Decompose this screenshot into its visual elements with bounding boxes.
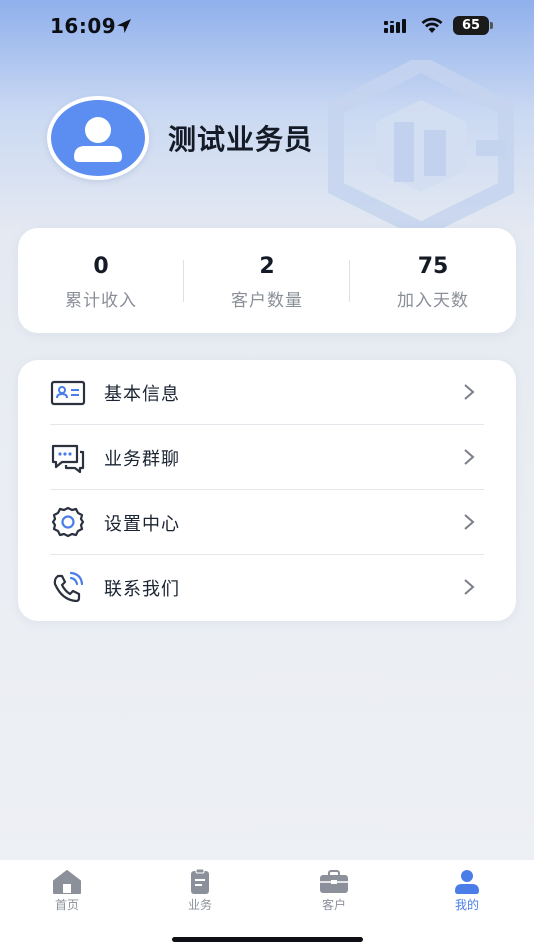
stat-value: 0	[93, 254, 109, 279]
menu-card: 基本信息 业务群聊 设置中心 联系我们	[18, 360, 516, 621]
briefcase-icon	[320, 870, 348, 893]
tab-label: 业务	[187, 898, 212, 912]
company-logo-watermark	[328, 60, 514, 232]
home-icon	[53, 870, 81, 894]
id-card-icon	[50, 380, 86, 406]
menu-item-label: 基本信息	[104, 384, 180, 405]
stats-card: 0 累计收入 2 客户数量 75 加入天数	[18, 228, 516, 333]
menu-item-basic-info[interactable]: 基本信息	[18, 360, 516, 425]
menu-item-label: 业务群聊	[104, 449, 180, 470]
chevron-right-icon	[464, 384, 475, 400]
chevron-right-icon	[464, 449, 475, 465]
stat-join-days[interactable]: 75 加入天数	[350, 228, 516, 333]
chat-bubbles-icon	[51, 444, 85, 474]
home-indicator[interactable]	[172, 937, 363, 942]
stat-label: 累计收入	[65, 291, 137, 311]
user-avatar-icon	[74, 117, 122, 162]
tab-business[interactable]: 业务	[133, 860, 267, 920]
tab-mine[interactable]: 我的	[400, 860, 534, 920]
phone-icon	[53, 571, 84, 603]
tab-customers[interactable]: 客户	[267, 860, 401, 920]
location-arrow-icon	[117, 19, 131, 33]
stat-customer-count[interactable]: 2 客户数量	[184, 228, 350, 333]
stat-value: 75	[417, 254, 449, 279]
tab-label: 首页	[54, 898, 79, 912]
menu-item-label: 设置中心	[104, 514, 180, 535]
status-bar: 16:09 65	[0, 0, 534, 52]
menu-item-business-chat[interactable]: 业务群聊	[18, 425, 516, 490]
stat-value: 2	[259, 254, 275, 279]
menu-item-contact-us[interactable]: 联系我们	[18, 555, 516, 620]
menu-item-label: 联系我们	[104, 579, 180, 600]
menu-item-settings[interactable]: 设置中心	[18, 490, 516, 555]
stat-label: 加入天数	[397, 291, 469, 311]
battery-percent: 65	[461, 18, 481, 33]
cellular-signal-icon	[384, 19, 406, 33]
gear-icon	[51, 506, 85, 538]
tab-label: 客户	[321, 898, 346, 912]
wifi-icon	[421, 17, 443, 33]
avatar[interactable]	[47, 96, 149, 180]
stat-label: 客户数量	[231, 291, 303, 311]
tab-label: 我的	[454, 898, 479, 912]
clipboard-icon	[191, 869, 209, 894]
user-icon	[455, 870, 479, 894]
chevron-right-icon	[464, 514, 475, 530]
battery-cap	[490, 22, 493, 29]
stat-total-income[interactable]: 0 累计收入	[18, 228, 184, 333]
tab-home[interactable]: 首页	[0, 860, 134, 920]
chevron-right-icon	[464, 579, 475, 595]
battery-icon: 65	[453, 16, 493, 35]
status-time: 16:09	[50, 14, 117, 38]
user-name: 测试业务员	[168, 123, 314, 156]
